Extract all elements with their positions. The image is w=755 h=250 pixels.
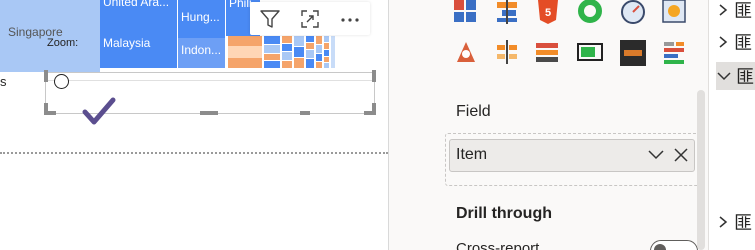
drill-through-label: Drill through <box>456 205 552 222</box>
cross-report-label: Cross-report <box>456 240 540 250</box>
filter-icon <box>260 9 280 28</box>
treemap-tile-hungary[interactable]: Hung... <box>178 0 225 38</box>
resize-handle-bottom-center[interactable] <box>200 111 218 115</box>
table-name-label: 匪 <box>736 67 754 87</box>
treemap-tile-malaysia[interactable]: Malaysia <box>100 30 177 68</box>
more-options-button[interactable] <box>330 2 370 35</box>
field-table-row[interactable]: 匪 <box>716 208 755 236</box>
treemap-small-tiles[interactable] <box>228 36 338 68</box>
treemap-tile-label: Malaysia <box>103 36 151 50</box>
treemap-tile-label: United Ara... <box>103 0 170 9</box>
progress-bar-icon[interactable] <box>577 40 603 66</box>
resize-handle-bottom-right[interactable] <box>364 111 376 115</box>
treemap-tile-indonesia[interactable]: Indon... <box>178 38 225 68</box>
report-canvas[interactable]: Singapore United Ara... Malaysia Hung...… <box>0 0 388 250</box>
table-name-label: 匪 <box>734 213 752 233</box>
table-name-label: 匪 <box>734 1 752 21</box>
table-name-label: 匪 <box>734 33 752 53</box>
chevron-right-icon[interactable] <box>716 3 730 17</box>
field-table-row[interactable]: 匪 <box>716 0 755 24</box>
dark-bar-icon[interactable] <box>620 40 646 66</box>
field-section-label: Field <box>456 103 491 120</box>
resize-handle-bottom-extra[interactable] <box>300 111 310 115</box>
treemap-tile-united-arab[interactable]: United Ara... <box>100 0 177 30</box>
pane-scrollbar[interactable] <box>697 90 705 250</box>
chevron-right-icon[interactable] <box>716 215 730 229</box>
toggle-knob <box>654 244 666 250</box>
treemap-tile-label: Indon... <box>181 43 222 57</box>
field-chip-label: Item <box>456 146 488 163</box>
decomposition-tree-icon[interactable] <box>453 40 479 66</box>
remove-field-icon[interactable] <box>672 146 690 164</box>
custom-visual-icon[interactable] <box>662 0 688 26</box>
checkmark-icon <box>82 97 116 125</box>
field-table-row[interactable]: 匪 <box>716 28 755 56</box>
chevron-down-icon[interactable] <box>646 146 666 164</box>
gauge-icon[interactable] <box>620 0 646 26</box>
svg-text:5: 5 <box>545 7 551 19</box>
resize-handle-left-top[interactable] <box>44 70 48 82</box>
zoom-label: Zoom: <box>47 37 79 49</box>
donut-chart-icon[interactable] <box>577 0 603 26</box>
focus-mode-button[interactable] <box>290 2 330 35</box>
chevron-down-icon[interactable] <box>716 69 732 83</box>
treemap-tile-singapore[interactable]: Singapore <box>0 0 100 72</box>
stacked-bar-chart-icon[interactable] <box>453 0 479 26</box>
axis-label-partial: s <box>0 74 7 89</box>
zoom-slider-knob[interactable] <box>54 74 69 89</box>
visual-header <box>250 2 370 35</box>
focus-mode-icon <box>301 9 319 28</box>
resize-handle-right-top[interactable] <box>372 70 376 82</box>
waterfall-chart-icon[interactable] <box>494 0 520 26</box>
resize-handle-bottom-left[interactable] <box>44 111 56 115</box>
filter-button[interactable] <box>250 2 290 35</box>
zoom-slider-track[interactable] <box>48 80 372 81</box>
more-options-icon <box>341 17 359 22</box>
field-table-row-selected[interactable]: 匪 <box>716 62 755 90</box>
power-bi-report-editor: Singapore United Ara... Malaysia Hung...… <box>0 0 755 250</box>
stacked-row-icon[interactable] <box>535 40 561 66</box>
page-boundary <box>0 152 388 154</box>
matrix-icon[interactable] <box>662 40 688 66</box>
slicer-icon[interactable] <box>494 40 520 66</box>
treemap-tile-label: Hung... <box>181 10 220 24</box>
html-visual-icon[interactable]: 5 <box>535 0 561 26</box>
chevron-right-icon[interactable] <box>716 35 730 49</box>
